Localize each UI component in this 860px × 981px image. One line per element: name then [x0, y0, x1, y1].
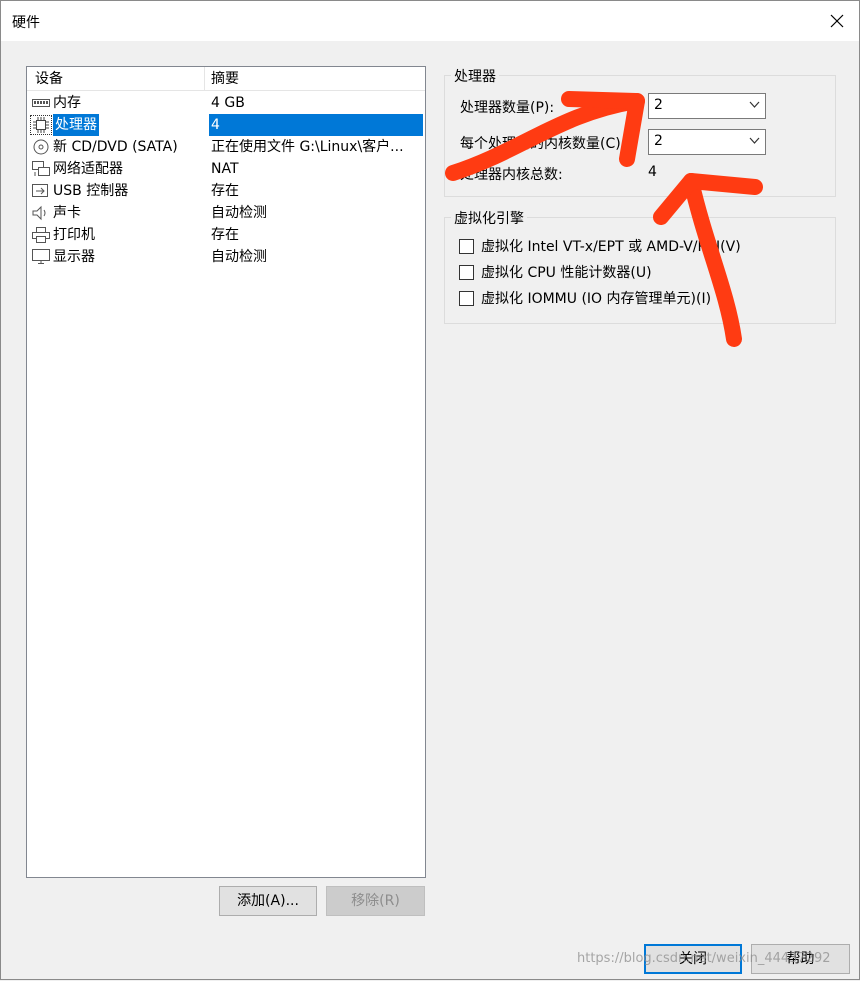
- cores-per-processor-select[interactable]: 2: [648, 129, 766, 155]
- device-row-sound-card[interactable]: 声卡 自动检测: [27, 202, 425, 224]
- memory-icon: [31, 94, 51, 112]
- device-summary: 正在使用文件 G:\Linux\客户...: [211, 139, 404, 155]
- checkbox[interactable]: [459, 238, 474, 254]
- device-name: 新 CD/DVD (SATA): [53, 139, 178, 155]
- sound-card-icon: [31, 204, 51, 222]
- device-row-printer[interactable]: 打印机 存在: [27, 224, 425, 246]
- device-name: 打印机: [53, 227, 95, 243]
- processor-group: 处理器 处理器数量(P): 2 每个处理器的内核数量(C): 2 处理器内核总数…: [444, 66, 836, 197]
- device-row-memory[interactable]: 内存 4 GB: [27, 92, 425, 114]
- device-summary: 4 GB: [211, 95, 245, 111]
- checkbox[interactable]: [459, 290, 474, 306]
- num-processors-value: 2: [654, 97, 663, 113]
- cores-per-processor-label: 每个处理器的内核数量(C):: [460, 136, 626, 152]
- device-name: 内存: [53, 95, 81, 111]
- device-row-cd-dvd[interactable]: 新 CD/DVD (SATA) 正在使用文件 G:\Linux\客户...: [27, 136, 425, 158]
- processor-icon: [30, 115, 52, 135]
- device-row-display[interactable]: 显示器 自动检测: [27, 246, 425, 268]
- option-label: 虚拟化 CPU 性能计数器(U): [481, 265, 652, 281]
- cores-per-processor-value: 2: [654, 133, 663, 149]
- column-header-summary[interactable]: 摘要: [205, 67, 425, 91]
- cd-dvd-icon: [31, 138, 51, 156]
- option-label: 虚拟化 Intel VT-x/EPT 或 AMD-V/RVI(V): [481, 239, 741, 255]
- processor-group-title: 处理器: [451, 66, 499, 86]
- hardware-dialog: 硬件 设备 摘要 内存 4 GB 处理器 4 新 CD/DVD (SATA) 正…: [0, 0, 860, 980]
- usb-icon: [31, 182, 51, 200]
- network-adapter-icon: [31, 160, 51, 178]
- add-device-button[interactable]: 添加(A)...: [219, 886, 317, 916]
- device-name: 声卡: [53, 205, 81, 221]
- virtualization-group-title: 虚拟化引擎: [451, 208, 527, 228]
- device-summary: 自动检测: [211, 205, 267, 221]
- num-processors-label: 处理器数量(P):: [460, 100, 555, 116]
- close-icon: [830, 14, 844, 28]
- printer-icon: [31, 226, 51, 244]
- total-cores-label: 处理器内核总数:: [460, 167, 563, 183]
- device-name: USB 控制器: [53, 183, 129, 199]
- virtualization-engine-group: 虚拟化引擎 虚拟化 Intel VT-x/EPT 或 AMD-V/RVI(V) …: [444, 208, 836, 324]
- device-summary: 4: [209, 114, 423, 136]
- device-name: 网络适配器: [53, 161, 123, 177]
- chevron-down-icon: [749, 137, 760, 144]
- device-summary: 存在: [211, 227, 239, 243]
- device-row-usb-controller[interactable]: USB 控制器 存在: [27, 180, 425, 202]
- device-summary: 自动检测: [211, 249, 267, 265]
- device-row-processor[interactable]: 处理器 4: [27, 114, 425, 136]
- checkbox[interactable]: [459, 264, 474, 280]
- option-virtualize-cpu-counters[interactable]: 虚拟化 CPU 性能计数器(U): [459, 262, 652, 282]
- device-row-network-adapter[interactable]: 网络适配器 NAT: [27, 158, 425, 180]
- device-summary: 存在: [211, 183, 239, 199]
- display-icon: [31, 248, 51, 266]
- device-summary: NAT: [211, 161, 239, 177]
- num-processors-select[interactable]: 2: [648, 93, 766, 119]
- device-list-header: 设备 摘要: [27, 67, 425, 91]
- remove-device-button[interactable]: 移除(R): [326, 886, 425, 916]
- total-cores-value: 4: [648, 164, 657, 180]
- title-bar: 硬件: [1, 1, 859, 41]
- chevron-down-icon: [749, 101, 760, 108]
- device-name: 处理器: [53, 114, 99, 136]
- column-header-device[interactable]: 设备: [27, 67, 205, 91]
- option-label: 虚拟化 IOMMU (IO 内存管理单元)(I): [481, 291, 712, 307]
- watermark: https://blog.csdn.net/weixin_44437292: [577, 951, 831, 966]
- option-virtualize-iommu[interactable]: 虚拟化 IOMMU (IO 内存管理单元)(I): [459, 288, 711, 308]
- option-virtualize-vtx[interactable]: 虚拟化 Intel VT-x/EPT 或 AMD-V/RVI(V): [459, 236, 741, 256]
- device-list[interactable]: 设备 摘要 内存 4 GB 处理器 4 新 CD/DVD (SATA) 正在使用…: [26, 66, 426, 878]
- close-window-button[interactable]: [821, 5, 853, 37]
- window-title: 硬件: [12, 15, 40, 31]
- device-name: 显示器: [53, 249, 95, 265]
